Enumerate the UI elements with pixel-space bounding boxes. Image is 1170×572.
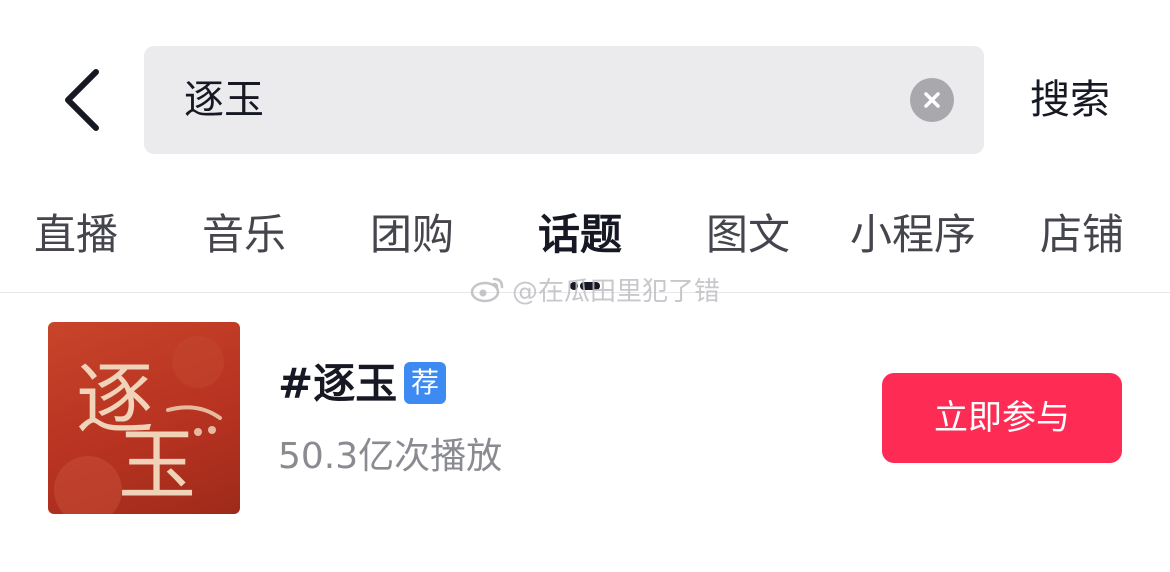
recommended-badge: 荐: [404, 362, 446, 404]
clear-icon: [924, 92, 940, 108]
tab-group-buy[interactable]: 团购: [370, 200, 454, 270]
search-results-page: 逐玉 搜索 直播 音乐 团购 话题 图文 小程序 店铺 @在瓜田里犯了错 逐 玉…: [0, 0, 1170, 572]
weibo-icon: [470, 277, 504, 303]
tab-mini-programs[interactable]: 小程序: [850, 200, 976, 270]
topic-title[interactable]: #逐玉: [278, 356, 397, 412]
clear-button[interactable]: [910, 78, 954, 122]
search-query-text: 逐玉: [184, 77, 264, 123]
watermark-text: @在瓜田里犯了错: [512, 276, 721, 307]
search-button[interactable]: 搜索: [1030, 46, 1110, 154]
tab-live[interactable]: 直播: [34, 200, 118, 270]
back-button[interactable]: [52, 62, 112, 138]
tab-music[interactable]: 音乐: [202, 200, 286, 270]
join-topic-button[interactable]: 立即参与: [882, 373, 1122, 463]
category-tabs: 直播 音乐 团购 话题 图文 小程序 店铺: [0, 200, 1170, 270]
topic-play-count: 50.3亿次播放: [278, 436, 503, 477]
tab-shops[interactable]: 店铺: [1040, 200, 1124, 270]
tab-image-text[interactable]: 图文: [706, 200, 790, 270]
watermark: @在瓜田里犯了错: [470, 270, 720, 308]
tab-topics[interactable]: 话题: [538, 200, 622, 270]
cover-char-2: 玉: [118, 421, 196, 511]
chevron-left-icon: [65, 69, 99, 131]
topic-cover-image[interactable]: 逐 玉: [48, 322, 240, 514]
search-input[interactable]: 逐玉: [144, 46, 984, 154]
